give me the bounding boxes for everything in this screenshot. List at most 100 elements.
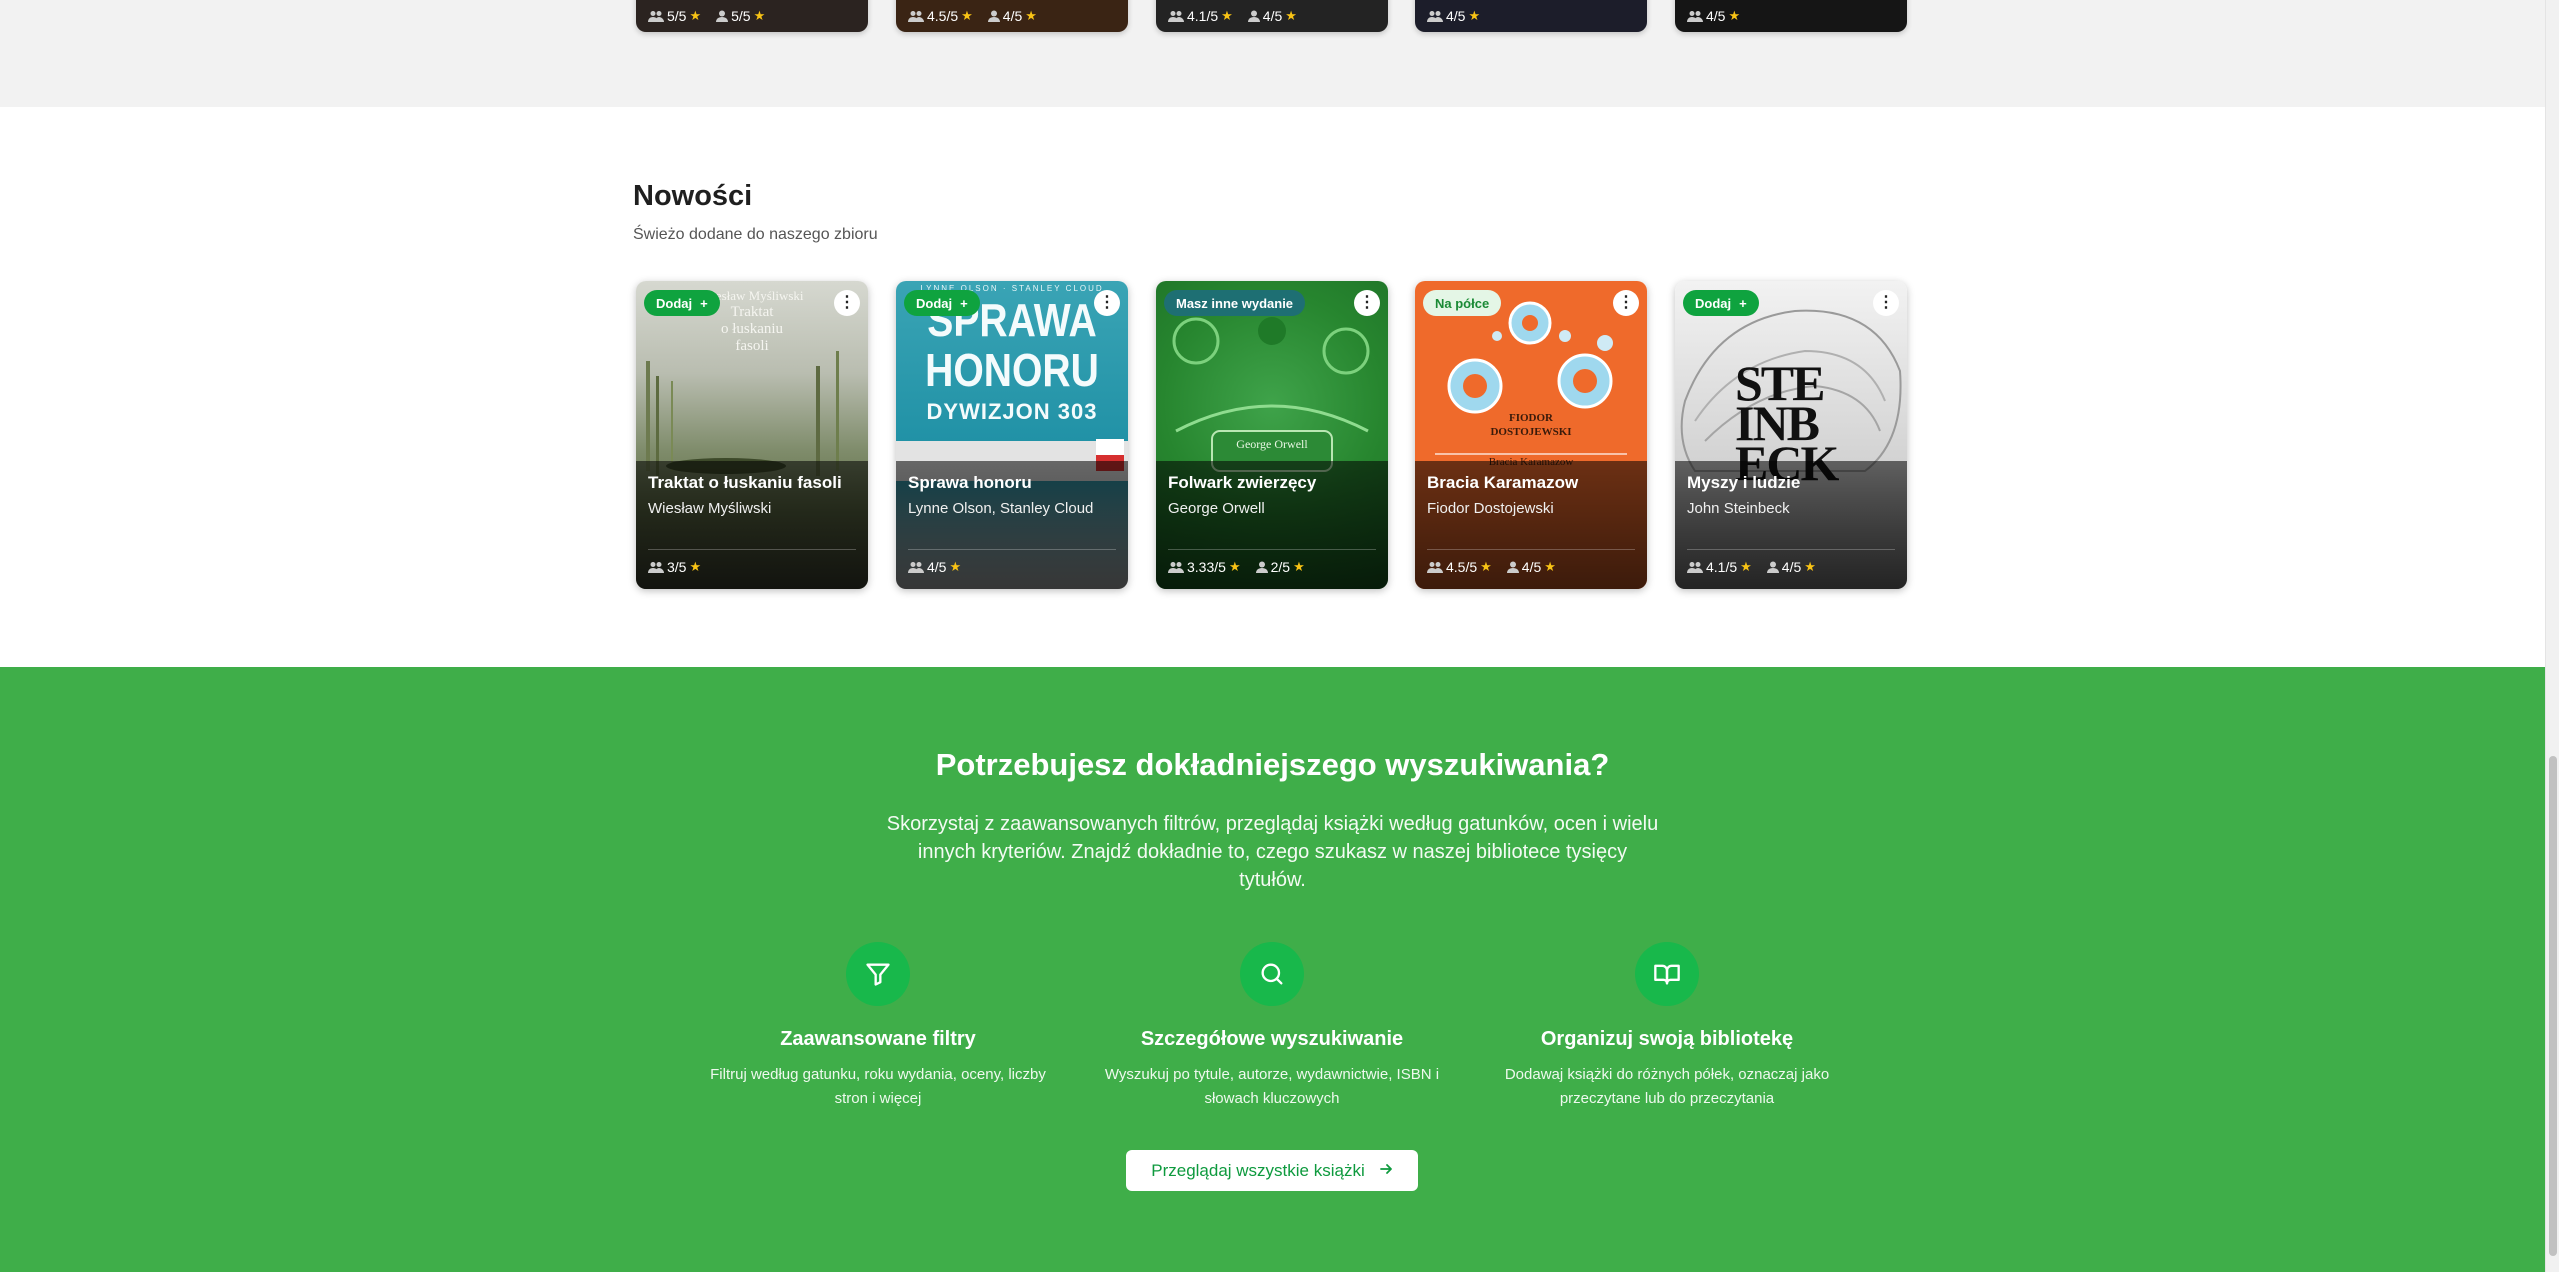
divider [908,549,1116,550]
other-edition-badge[interactable]: Masz inne wydanie [1164,290,1306,316]
rating-row: 4/5 ★ [908,559,971,575]
feature-description: Dodawaj książki do różnych półek, oznacz… [1504,1066,1830,1107]
promo-title: Potrzebujesz dokładniejszego wyszukiwani… [935,747,1610,782]
community-rating: 4.1/5 [1706,559,1738,575]
rating-row: 4.1/5 ★ 4/5 ★ [1687,559,1826,575]
more-options-button[interactable]: ⋮ [834,290,860,316]
star-icon: ★ [961,8,973,23]
rating-row: 4.1/5 ★ 4/5 ★ [1168,8,1307,24]
plus-icon: + [1739,295,1747,311]
user-rating: 2/5 [1270,559,1291,575]
book-card[interactable]: George Orwell Masz inne wydanie ⋮ Folwar… [1156,281,1388,589]
more-options-button[interactable]: ⋮ [1873,290,1899,316]
book-title[interactable]: Bracia Karamazow [1427,473,1578,493]
feature-description: Filtruj według gatunku, roku wydania, oc… [710,1066,1046,1107]
badge-label: Na półce [1435,295,1490,311]
community-rating: 3.33/5 [1187,559,1226,575]
book-title[interactable]: Folwark zwierzęcy [1168,473,1316,493]
feature-title: Zaawansowane filtry [780,1028,976,1050]
search-icon [1240,942,1304,1006]
book-card[interactable]: Wiesław Myśliwski Traktat o łuskaniu fas… [636,281,868,589]
book-title[interactable]: Sprawa honoru [908,473,1032,493]
star-icon: ★ [1025,8,1037,23]
book-card[interactable]: 4.1/5 ★ 4/5 ★ [1156,0,1388,32]
star-icon: ★ [689,8,702,23]
book-author[interactable]: John Steinbeck [1687,500,1790,517]
more-vertical-icon: ⋮ [839,294,855,311]
badge-label: Dodaj [916,295,953,311]
book-card[interactable]: 4.5/5 ★ 4/5 ★ [896,0,1128,32]
badge-label: Masz inne wydanie [1176,295,1294,311]
book-title[interactable]: Traktat o łuskaniu fasoli [648,473,842,493]
star-icon: ★ [753,8,766,23]
community-rating-icon [1168,10,1184,22]
community-rating-icon [908,561,924,573]
previous-section: 5/5 ★ 5/5 ★ 4.5/5 ★ 4/5 ★ 4.1/5 ★ 4/5 ★ 4/5 ★ 4… [0,0,2545,107]
page-scrollbar[interactable] [2545,0,2559,1272]
star-icon: ★ [1544,559,1556,574]
more-options-button[interactable]: ⋮ [1613,290,1639,316]
user-rating: 5/5 [731,8,751,24]
star-icon: ★ [1221,8,1233,23]
book-author[interactable]: Wiesław Myśliwski [648,500,771,517]
book-card[interactable]: FIODOR DOSTOJEWSKI Bracia Karamazow Na p… [1415,281,1647,589]
section-title: Nowości [633,180,753,212]
badge-label: Dodaj [1695,295,1732,311]
community-rating: 4.1/5 [1187,8,1219,24]
plus-icon: + [960,295,968,311]
divider [648,549,856,550]
book-author[interactable]: Fiodor Dostojewski [1427,500,1554,517]
star-icon: ★ [1293,559,1305,574]
user-rating-icon [716,10,729,22]
star-icon: ★ [1480,559,1492,574]
on-shelf-badge[interactable]: Na półce [1423,290,1502,316]
book-card[interactable]: 5/5 ★ 5/5 ★ [636,0,868,32]
community-rating-icon [648,10,664,22]
add-to-shelf-button[interactable]: Dodaj + [904,290,980,316]
feature-title: Szczegółowe wyszukiwanie [1140,1028,1404,1050]
book-card[interactable]: 4/5 ★ [1675,0,1907,32]
book-author[interactable]: Lynne Olson, Stanley Cloud [908,500,1093,517]
community-rating: 4/5 [927,559,947,575]
rating-row: 4.5/5 ★ 4/5 ★ [908,8,1047,24]
book-title[interactable]: Myszy i ludzie [1687,473,1800,493]
community-rating: 5/5 [667,8,687,24]
divider [1687,549,1895,550]
user-rating: 4/5 [1521,559,1542,575]
more-options-button[interactable]: ⋮ [1354,290,1380,316]
book-author[interactable]: George Orwell [1168,500,1265,517]
book-card[interactable]: LYNNE OLSON · STANLEY CLOUD SPRAWA HONOR… [896,281,1128,589]
plus-icon: + [700,295,708,311]
star-icon: ★ [949,559,962,574]
rating-row: 4.5/5 ★ 4/5 ★ [1427,559,1566,575]
add-to-shelf-button[interactable]: Dodaj + [644,290,720,316]
rating-row: 4/5 ★ [1687,8,1750,24]
promo-description: Skorzystaj z zaawansowanych filtrów, prz… [886,813,1659,891]
cover-text: George Orwell [1236,437,1308,451]
button-label: Przeglądaj wszystkie książki [1151,1160,1365,1180]
browse-all-books-button[interactable]: Przeglądaj wszystkie książki [1126,1150,1418,1191]
cover-text: DOSTOJEWSKI [1490,426,1572,438]
book-card[interactable]: 4/5 ★ [1415,0,1647,32]
community-rating-icon [1687,10,1703,22]
feature-description: Wyszukuj po tytule, autorze, wydawnictwi… [1104,1066,1440,1107]
feature-title: Organizuj swoją bibliotekę [1540,1028,1794,1050]
community-rating: 3/5 [667,559,687,575]
add-to-shelf-button[interactable]: Dodaj + [1683,290,1759,316]
rating-row: 5/5 ★ 5/5 ★ [648,8,775,24]
scrollbar-thumb[interactable] [2549,756,2557,1256]
filter-icon [846,942,910,1006]
book-open-icon [1635,942,1699,1006]
community-rating-icon [1427,561,1443,573]
user-rating-icon [1766,561,1779,573]
more-options-button[interactable]: ⋮ [1094,290,1120,316]
feature-detailed-search: Szczegółowe wyszukiwanie Wyszukuj po tyt… [1092,942,1452,1111]
community-rating: 4/5 [1446,8,1466,24]
community-rating-icon [1687,561,1703,573]
rating-row: 3/5 ★ [648,559,711,575]
more-vertical-icon: ⋮ [1618,294,1634,311]
new-books-section: Nowości Świeżo dodane do naszego zbioru … [0,107,2545,667]
star-icon: ★ [1285,8,1297,23]
user-rating: 4/5 [1262,8,1283,24]
book-card[interactable]: STE INB ECK Dodaj+ ⋮ Myszy i ludzie John… [1675,281,1907,589]
